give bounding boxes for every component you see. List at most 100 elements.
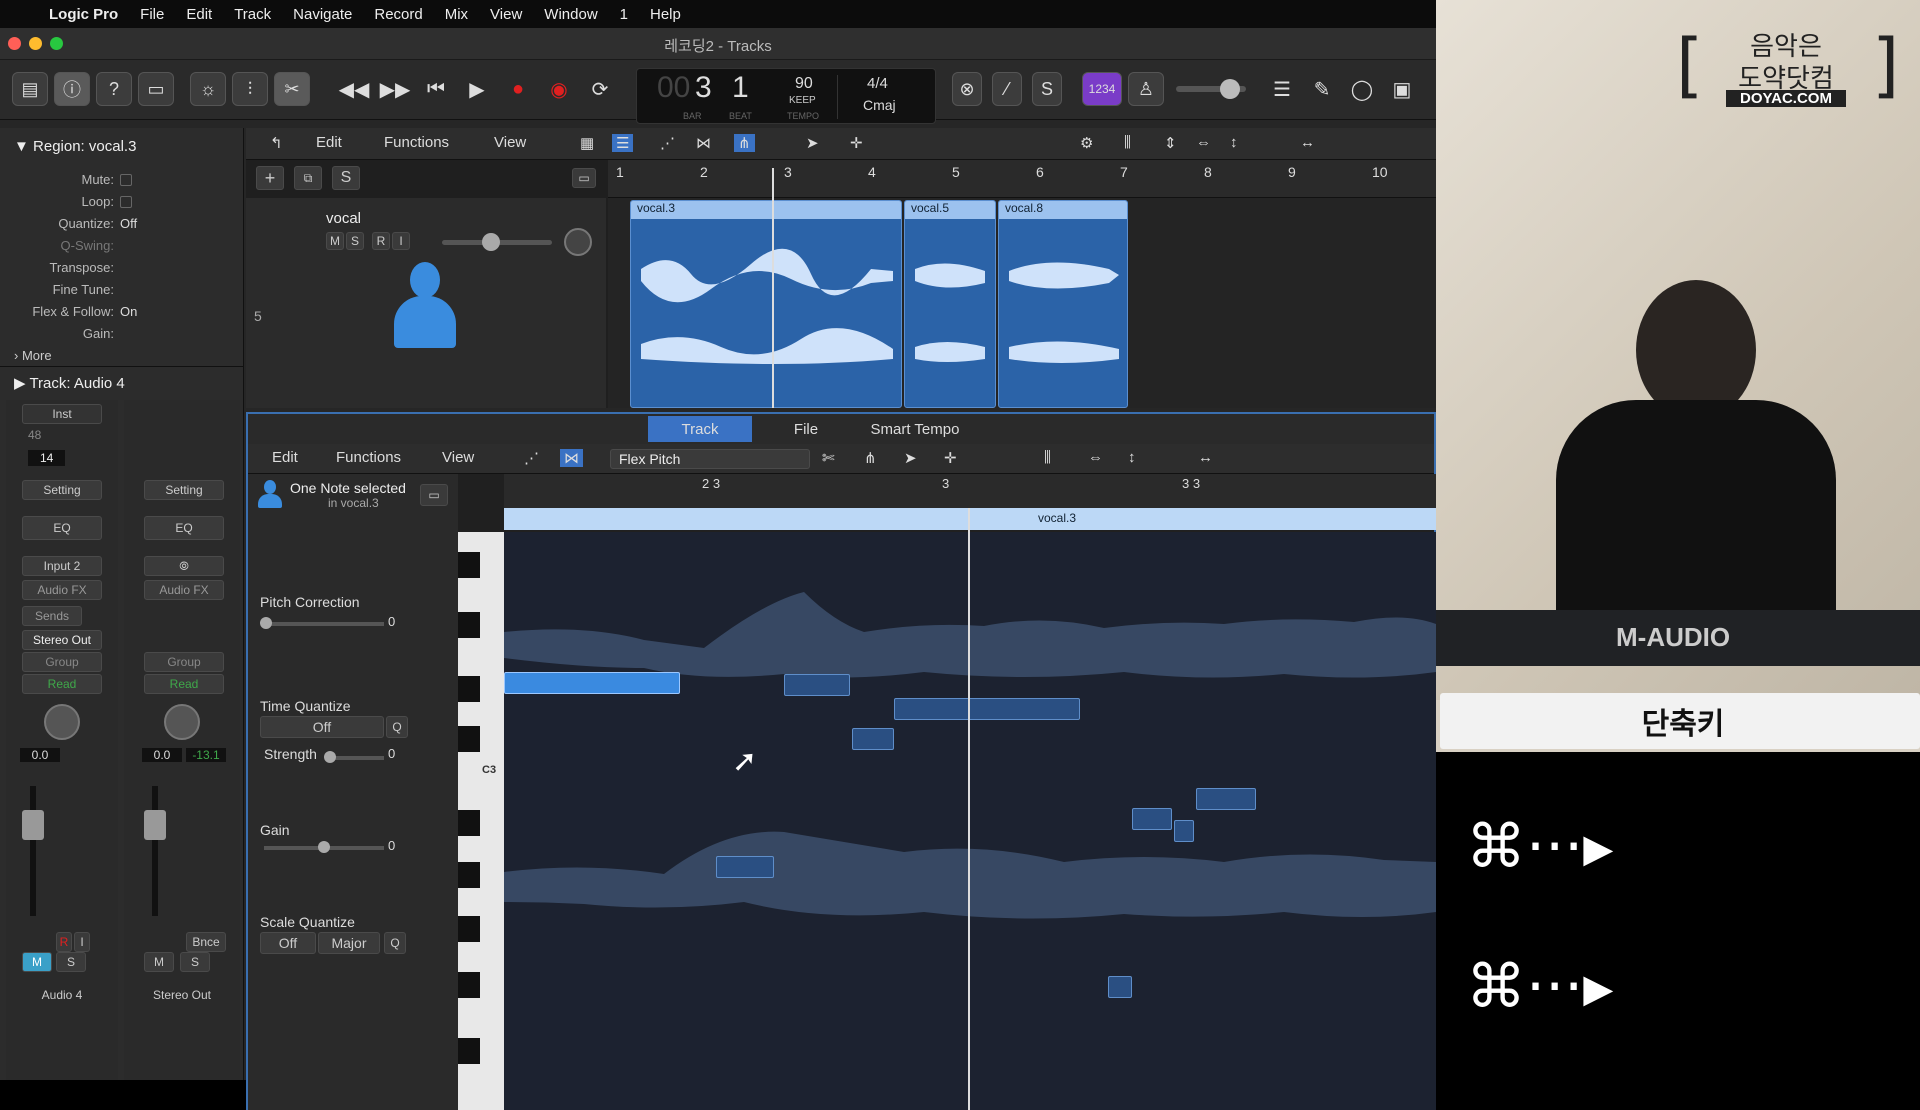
menu-record[interactable]: Record [363,6,433,23]
sends-slot[interactable]: Sends [22,606,82,626]
tab-smart-tempo[interactable]: Smart Tempo [860,416,970,442]
toolbar-icon[interactable]: ▭ [138,72,174,106]
menu-edit[interactable]: Edit [175,6,223,23]
menu-window[interactable]: Window [533,6,608,23]
menu-mix[interactable]: Mix [434,6,479,23]
metronome-icon[interactable]: ♙ [1128,72,1164,106]
eq-button-2[interactable]: EQ [144,516,224,540]
output-slot[interactable]: Stereo Out [22,630,102,650]
note-pad-icon[interactable]: ✎ [1302,72,1342,106]
global-solo-button[interactable]: S [332,166,360,190]
tab-file[interactable]: File [754,416,858,442]
fit-horizontal-icon[interactable]: ⇔ [1196,134,1211,151]
master-volume-slider[interactable] [1176,79,1246,99]
scale-quantize-root[interactable]: Off [260,932,316,954]
menu-navigate[interactable]: Navigate [282,6,363,23]
solo-icon[interactable]: S [1032,72,1062,106]
pitch-note-5[interactable] [1132,808,1172,830]
scissors-icon[interactable]: ✄ [822,449,835,467]
waveform-zoom-icon-2[interactable]: ⫼ [1044,449,1051,466]
automation-icon[interactable]: ⋰ [660,134,675,152]
track-inspector-header[interactable]: ▶ Track: Audio 4 [14,374,125,392]
pitch-note-7[interactable] [1196,788,1256,810]
pitch-note-selected[interactable] [504,672,680,694]
volume-fader-2[interactable] [144,786,166,916]
tab-track[interactable]: Track [648,416,752,442]
pitch-note-4[interactable] [716,856,774,878]
replace-record-icon[interactable]: ◉ [539,72,579,106]
strength-slider[interactable] [324,751,384,763]
mute-button-2[interactable]: M [144,952,174,972]
horizontal-zoom-icon[interactable]: ↔ [1300,134,1315,151]
loop-checkbox[interactable] [120,196,132,208]
duplicate-track-icon[interactable]: ⧉ [294,166,322,190]
track-name[interactable]: vocal [326,210,361,227]
pointer-tool-icon-2[interactable]: ➤ [904,449,917,467]
track-volume-slider[interactable] [442,233,552,251]
menu-help[interactable]: Help [639,6,692,23]
time-quantize-select[interactable]: Off [260,716,384,738]
editor-functions-menu[interactable]: Functions [336,449,401,466]
pitch-note-2[interactable] [852,728,894,750]
list-view-icon[interactable]: ☰ [612,134,634,152]
pitch-note-6[interactable] [1174,820,1194,842]
playhead[interactable] [772,168,774,408]
time-quantize-q-button[interactable]: Q [386,716,408,738]
back-arrow-icon[interactable]: ↰ [270,134,283,152]
tracks-ruler[interactable]: 1 2 3 4 5 6 7 8 9 10 [608,160,1436,198]
eq-button[interactable]: EQ [22,516,102,540]
editor-edit-menu[interactable]: Edit [272,449,298,466]
flex-pitch-grid[interactable]: ➚ [504,508,1436,1110]
editor-ruler[interactable]: 2 3 3 3 3 [504,474,1436,508]
menu-app[interactable]: Logic Pro [38,6,129,23]
catch-content-icon[interactable]: ▭ [420,484,448,506]
tracks-functions-menu[interactable]: Functions [384,134,449,151]
track-input-monitor-button[interactable]: I [392,232,410,250]
grid-view-icon[interactable]: ▦ [580,134,594,152]
region-vocal3[interactable]: vocal.3 [630,200,902,408]
lcd-display[interactable]: 00 3 1 BAR BEAT 90 KEEP TEMPO 4/4 Cmaj [636,68,936,124]
region-vocal5[interactable]: vocal.5 [904,200,996,408]
fit-horizontal-icon-2[interactable]: ⇔ [1088,449,1103,466]
flex-icon[interactable]: ⋈ [696,134,711,152]
menu-1[interactable]: 1 [609,6,639,23]
library-icon[interactable]: ▤ [12,72,48,106]
count-in-button[interactable]: 1234 [1082,72,1122,106]
go-to-beginning-icon[interactable]: ⏮ [416,72,456,106]
link-icon[interactable]: ⦾ [144,556,224,576]
input-slot[interactable]: Input 2 [22,556,102,576]
pitch-note-8[interactable] [1108,976,1132,998]
inspector-icon[interactable]: ⓘ [54,72,90,106]
tuner-icon[interactable]: ⁄ [992,72,1022,106]
automation-read-2[interactable]: Read [144,674,224,694]
pan-knob[interactable] [44,704,80,740]
pan-knob-2[interactable] [164,704,200,740]
pitch-note[interactable] [784,674,850,696]
editor-region-bar[interactable]: vocal.3 [504,508,1436,530]
quick-help-icon[interactable]: ? [96,72,132,106]
crosshair-tool-icon-2[interactable]: ✛ [944,449,957,467]
track-mute-button[interactable]: M [326,232,344,250]
list-editors-icon[interactable]: ☰ [1262,72,1302,106]
replace-icon[interactable]: ⊗ [952,72,982,106]
group-slot-2[interactable]: Group [144,652,224,672]
catch-icon-2[interactable]: ⋔ [864,449,877,467]
mute-button[interactable]: M [22,952,52,972]
rewind-icon[interactable]: ◀◀ [334,72,374,106]
track-solo-button[interactable]: S [346,232,364,250]
loop-browser-icon[interactable]: ◯ [1342,72,1382,106]
solo-button[interactable]: S [56,952,86,972]
waveform-zoom-icon[interactable]: ⫼ [1124,134,1131,151]
pitch-correction-slider[interactable] [260,617,384,629]
record-icon[interactable]: ● [498,72,538,106]
group-slot[interactable]: Group [22,652,102,672]
track-pan-knob[interactable] [564,228,592,256]
quantize-value[interactable]: Off [120,216,137,231]
play-icon[interactable]: ▶ [457,72,497,106]
audio-fx-slot[interactable]: Audio FX [22,580,102,600]
cycle-icon[interactable]: ⟳ [580,72,620,106]
setting-button[interactable]: Setting [22,480,102,500]
scale-quantize-q-button[interactable]: Q [384,932,406,954]
audio-fx-slot-2[interactable]: Audio FX [144,580,224,600]
solo-button-2[interactable]: S [180,952,210,972]
